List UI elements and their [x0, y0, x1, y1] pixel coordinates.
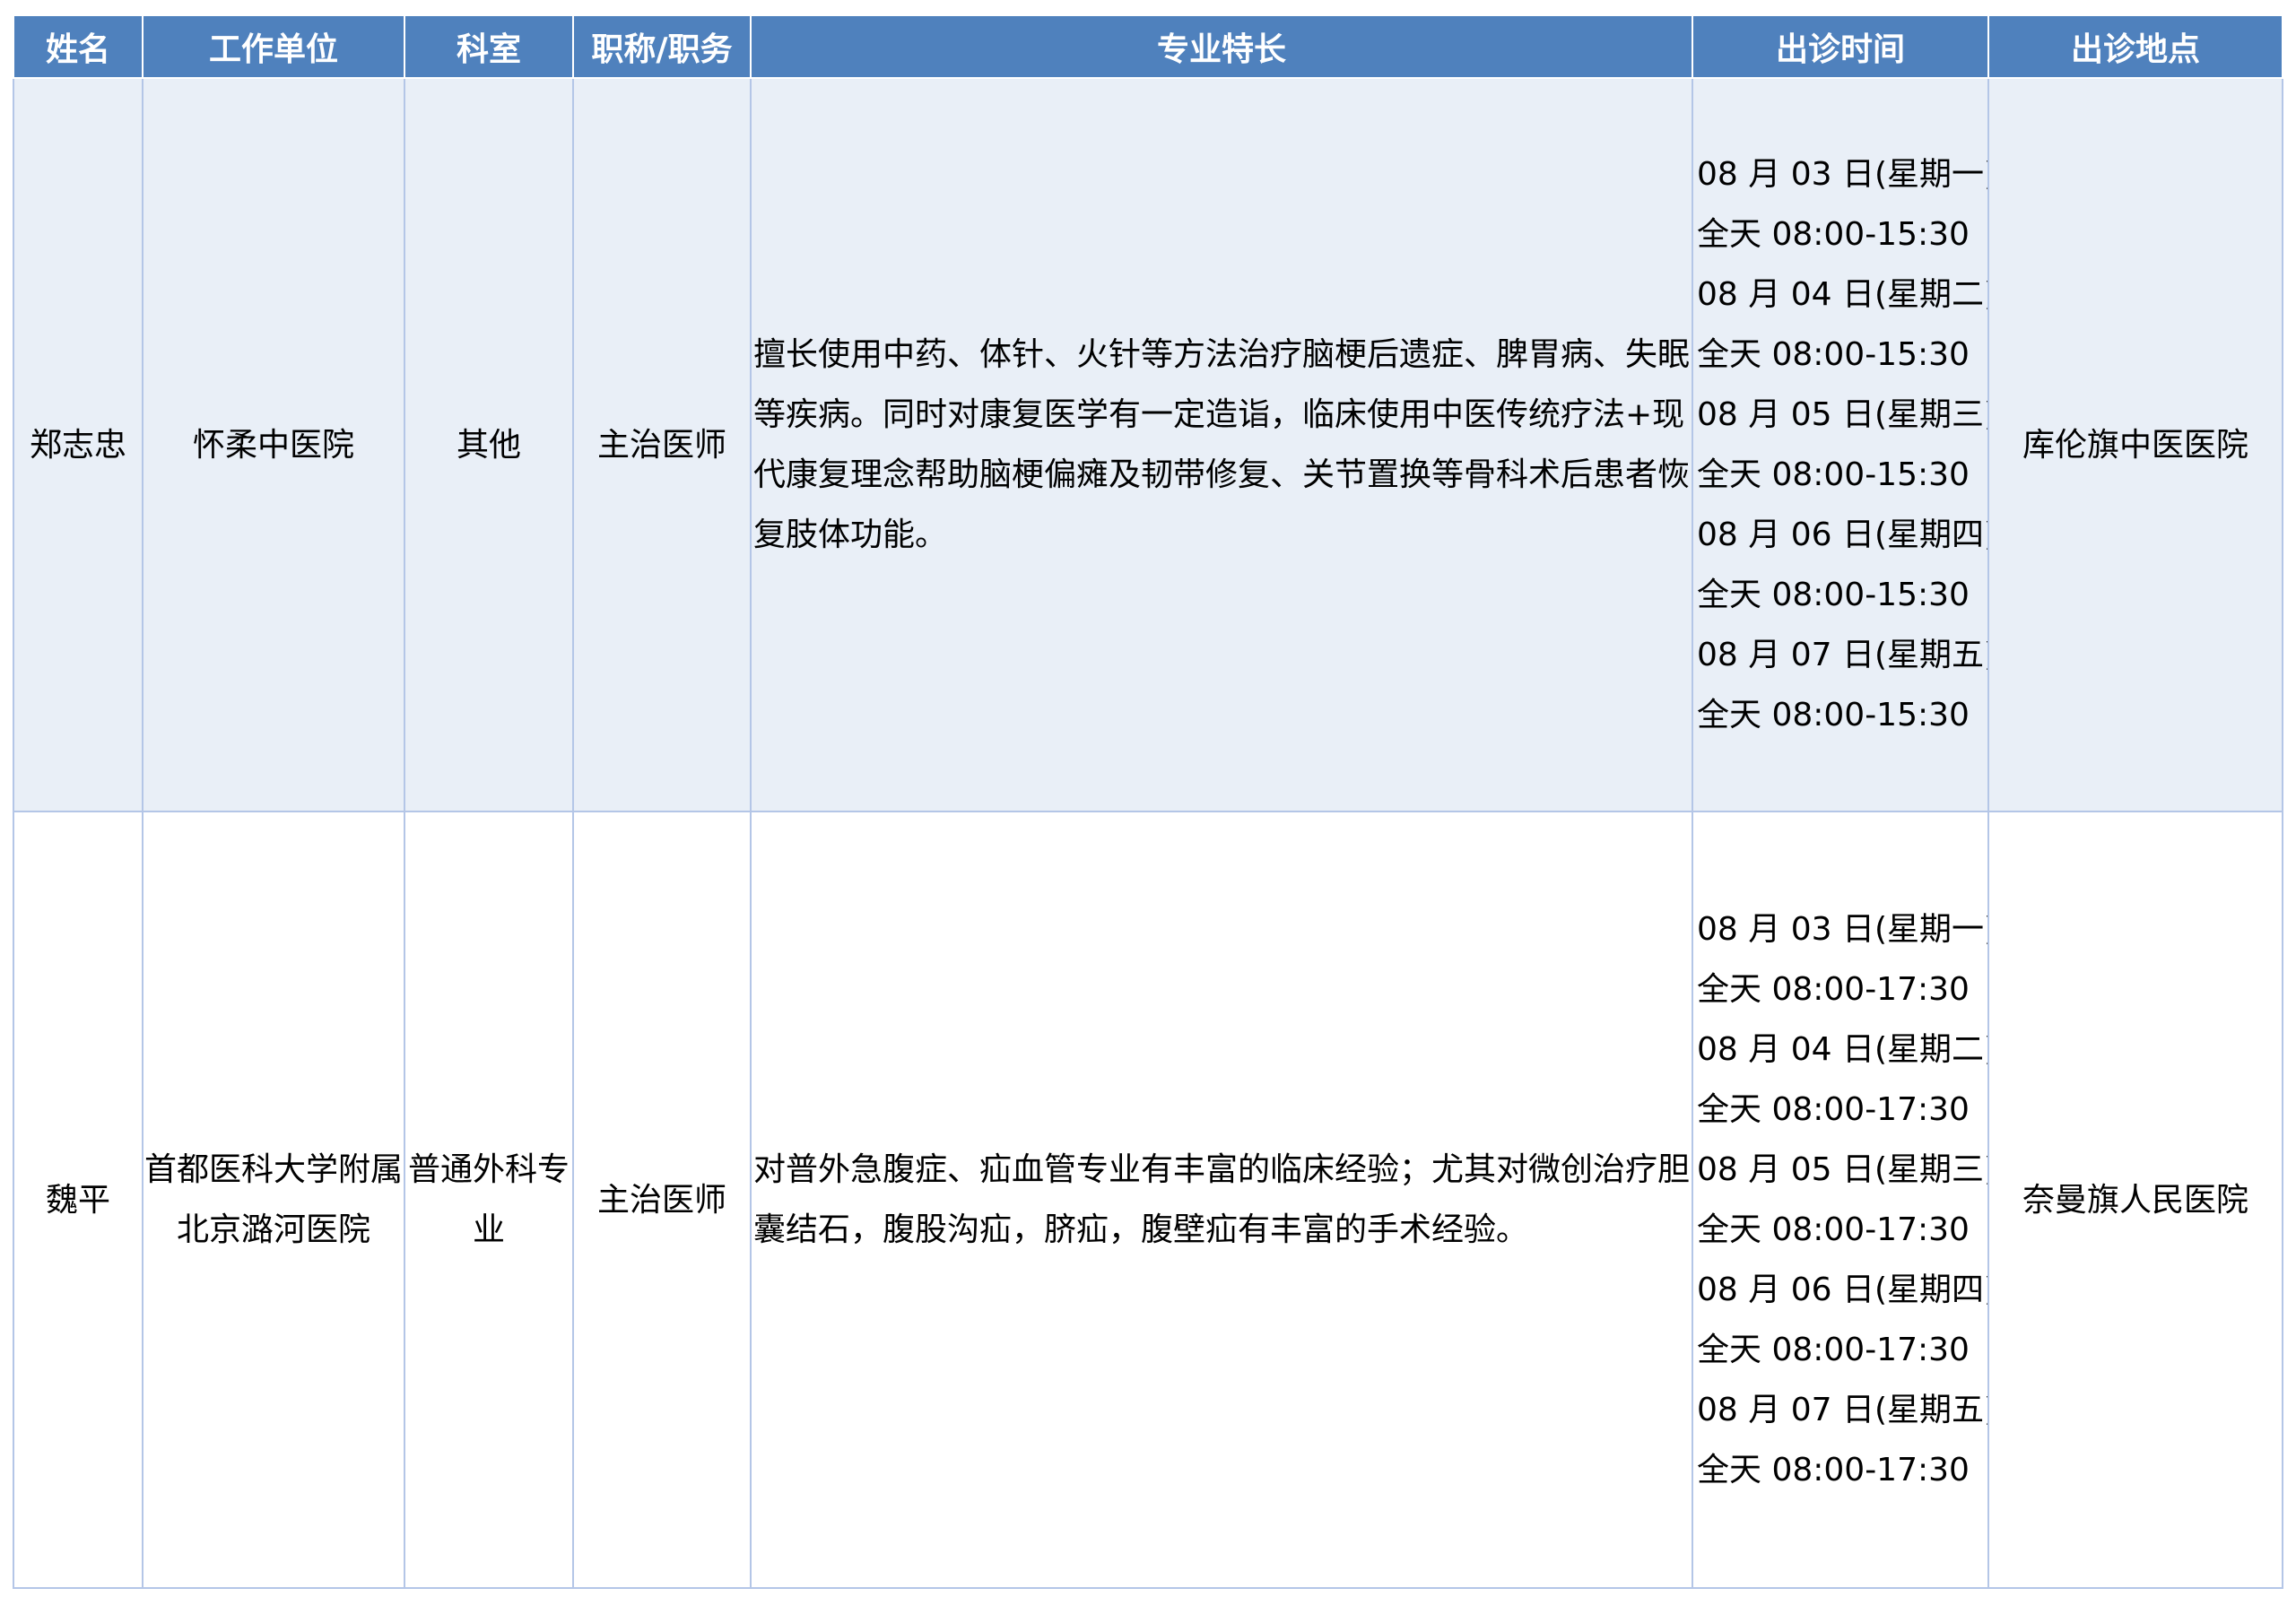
schedule-hours: 全天 08:00-17:30 [1697, 971, 1970, 1008]
header-clinic-time: 出诊时间 [1692, 14, 1989, 79]
schedule-date: 08 月 06 日(星期四) [1697, 1271, 1988, 1308]
doctor-workplace-text: 怀柔中医院 [192, 426, 354, 464]
header-clinic-location: 出诊地点 [1987, 14, 2283, 79]
doctor-schedule-table: 姓名 工作单位 科室 职称/职务 专业特长 出诊时间 出诊地点 郑志忠 怀柔中医… [13, 14, 2283, 1589]
doctor-workplace: 首都医科大学附属北京潞河医院 [142, 811, 405, 1589]
header-specialty: 专业特长 [750, 14, 1693, 79]
header-name: 姓名 [13, 14, 144, 79]
doctor-schedule: 08 月 03 日(星期一) 全天 08:00-17:30 08 月 04 日(… [1692, 811, 1989, 1589]
schedule-hours: 全天 08:00-15:30 [1697, 577, 1970, 613]
doctor-name-text: 郑志忠 [29, 426, 126, 464]
doctor-department-text: 普通外科专业 [407, 1151, 570, 1248]
table-row: 郑志忠 怀柔中医院 其他 主治医师 擅长使用中药、体针、火针等方法治疗脑梗后遗症… [13, 77, 2283, 812]
doctor-department-text: 其他 [456, 426, 521, 464]
doctor-name-text: 魏平 [45, 1181, 110, 1219]
doctor-specialty: 对普外急腹症、疝血管专业有丰富的临床经验；尤其对微创治疗胆囊结石，腹股沟疝，脐疝… [750, 811, 1693, 1589]
doctor-location-text: 奈曼旗人民医院 [2022, 1181, 2248, 1219]
schedule-date: 08 月 06 日(星期四) [1697, 516, 1988, 553]
doctor-workplace-text: 首都医科大学附属北京潞河医院 [144, 1151, 403, 1248]
schedule-date: 08 月 04 日(星期二) [1697, 1031, 1988, 1068]
doctor-location: 奈曼旗人民医院 [1987, 811, 2283, 1589]
schedule-date: 08 月 03 日(星期一) [1697, 156, 1988, 193]
table-header-row: 姓名 工作单位 科室 职称/职务 专业特长 出诊时间 出诊地点 [13, 14, 2283, 79]
schedule-hours: 全天 08:00-15:30 [1697, 216, 1970, 253]
schedule-date: 08 月 03 日(星期一) [1697, 911, 1988, 948]
doctor-specialty: 擅长使用中药、体针、火针等方法治疗脑梗后遗症、脾胃病、失眠等疾病。同时对康复医学… [750, 77, 1693, 812]
doctor-schedule: 08 月 03 日(星期一) 全天 08:00-15:30 08 月 04 日(… [1692, 77, 1989, 812]
header-title: 职称/职务 [572, 14, 752, 79]
doctor-specialty-text: 擅长使用中药、体针、火针等方法治疗脑梗后遗症、脾胃病、失眠等疾病。同时对康复医学… [753, 336, 1691, 553]
schedule-date: 08 月 07 日(星期五) [1697, 637, 1988, 673]
doctor-schedule-table-wrapper: 姓名 工作单位 科室 职称/职务 专业特长 出诊时间 出诊地点 郑志忠 怀柔中医… [13, 14, 2283, 1589]
schedule-hours: 全天 08:00-17:30 [1697, 1091, 1970, 1128]
schedule-date: 08 月 05 日(星期三) [1697, 396, 1988, 433]
schedule-date: 08 月 05 日(星期三) [1697, 1151, 1988, 1188]
header-workplace: 工作单位 [142, 14, 405, 79]
doctor-location-text: 库伦旗中医医院 [2022, 426, 2248, 464]
schedule-hours: 全天 08:00-15:30 [1697, 456, 1970, 493]
doctor-specialty-text: 对普外急腹症、疝血管专业有丰富的临床经验；尤其对微创治疗胆囊结石，腹股沟疝，脐疝… [753, 1151, 1691, 1248]
doctor-name: 郑志忠 [13, 77, 144, 812]
schedule-hours: 全天 08:00-15:30 [1697, 697, 1970, 733]
schedule-hours: 全天 08:00-15:30 [1697, 336, 1970, 373]
doctor-title-text: 主治医师 [596, 426, 726, 464]
doctor-workplace: 怀柔中医院 [142, 77, 405, 812]
schedule-hours: 全天 08:00-17:30 [1697, 1332, 1970, 1368]
schedule-hours: 全天 08:00-17:30 [1697, 1452, 1970, 1488]
doctor-department: 普通外科专业 [404, 811, 574, 1589]
schedule-hours: 全天 08:00-17:30 [1697, 1211, 1970, 1248]
doctor-location: 库伦旗中医医院 [1987, 77, 2283, 812]
doctor-title: 主治医师 [572, 811, 752, 1589]
doctor-department: 其他 [404, 77, 574, 812]
schedule-date: 08 月 07 日(星期五) [1697, 1392, 1988, 1428]
schedule-date: 08 月 04 日(星期二) [1697, 276, 1988, 313]
header-department: 科室 [404, 14, 574, 79]
doctor-title: 主治医师 [572, 77, 752, 812]
doctor-title-text: 主治医师 [596, 1181, 726, 1219]
doctor-name: 魏平 [13, 811, 144, 1589]
table-row: 魏平 首都医科大学附属北京潞河医院 普通外科专业 主治医师 对普外急腹症、疝血管… [13, 811, 2283, 1589]
